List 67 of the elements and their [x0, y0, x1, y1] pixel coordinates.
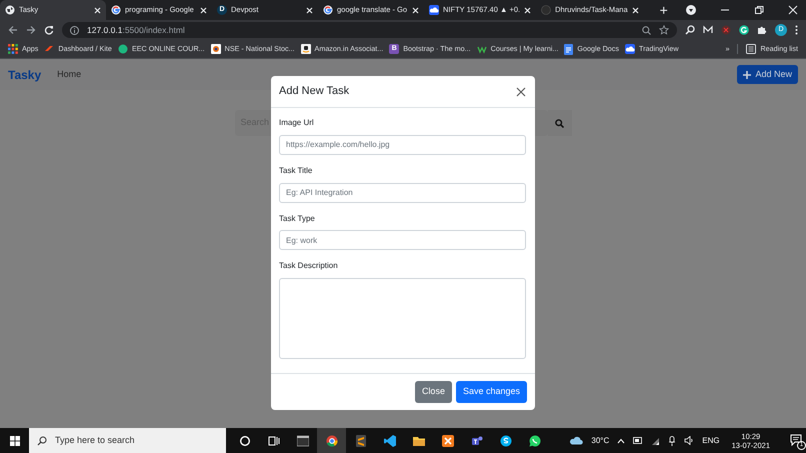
kite-icon — [44, 44, 54, 54]
grammar-icon[interactable] — [739, 25, 749, 35]
search-icon — [555, 118, 564, 128]
info-icon — [70, 26, 79, 34]
windows-logo-icon[interactable] — [10, 436, 20, 446]
field-label: Image Url — [279, 119, 315, 128]
notification-icon[interactable] — [790, 434, 802, 446]
apps-grid-icon — [8, 44, 18, 54]
whatsapp-icon[interactable] — [528, 434, 540, 446]
wifi-icon[interactable] — [651, 436, 660, 444]
language-indicator[interactable]: ENG — [702, 434, 720, 446]
vscode-icon[interactable] — [384, 434, 396, 446]
address-field[interactable]: 127.0.0.1:5500/index.html — [87, 24, 185, 36]
close-button[interactable]: Close — [414, 381, 452, 403]
restore-icon[interactable] — [754, 5, 764, 15]
list-icon — [746, 44, 756, 54]
magnifier-icon[interactable] — [685, 25, 695, 35]
amazon-icon — [300, 44, 311, 54]
microphone-icon[interactable] — [668, 436, 676, 446]
battery-icon[interactable] — [633, 437, 644, 444]
search-icon — [37, 436, 47, 446]
chevron-up-icon[interactable] — [617, 438, 626, 444]
volume-icon[interactable] — [684, 436, 694, 445]
google-icon — [323, 5, 333, 15]
star-icon[interactable] — [659, 25, 669, 35]
extension-icon[interactable] — [721, 25, 731, 35]
kebab-menu-icon[interactable] — [795, 25, 798, 35]
reload-icon[interactable] — [44, 25, 54, 35]
add-new-button[interactable]: Add New — [737, 64, 798, 84]
media-icon[interactable] — [686, 5, 696, 15]
xampp-icon[interactable] — [442, 434, 454, 446]
skype-icon[interactable] — [500, 434, 512, 446]
cloud-icon — [429, 5, 439, 15]
close-icon[interactable] — [516, 86, 526, 96]
cloud-icon[interactable] — [570, 436, 584, 445]
terminal-icon[interactable] — [296, 434, 308, 446]
sublime-icon[interactable] — [354, 434, 366, 446]
teams-icon[interactable] — [470, 434, 482, 446]
field-label: Task Description — [279, 262, 339, 272]
chrome-icon[interactable] — [326, 434, 338, 446]
task-view-icon[interactable] — [268, 434, 280, 446]
input-field[interactable]: https://example.com/hello.jpg — [279, 134, 526, 155]
zoom-icon[interactable] — [642, 26, 651, 34]
modal-title: Add New Task — [279, 84, 350, 100]
folder-icon[interactable] — [412, 434, 424, 446]
field-label: Task Title — [279, 166, 314, 176]
new-tab-button[interactable]: + — [660, 0, 668, 20]
temperature-text[interactable]: 30°C — [591, 434, 610, 446]
google-icon — [111, 5, 121, 15]
cloud-icon — [624, 44, 635, 54]
forward-icon[interactable] — [26, 25, 36, 35]
taskbar-search-field[interactable]: Type here to search — [29, 428, 226, 453]
input-field[interactable]: Eg: work — [279, 230, 526, 250]
field-label: Task Type — [279, 214, 316, 224]
description-field[interactable] — [279, 278, 526, 360]
document-icon — [564, 44, 574, 54]
nav-link[interactable]: Home — [57, 68, 82, 82]
input-field[interactable]: Eg: API Integration — [279, 182, 526, 203]
back-icon[interactable] — [8, 25, 18, 35]
mail-icon[interactable] — [703, 25, 713, 35]
save-button[interactable]: Save changes — [456, 381, 527, 403]
circle-icon — [118, 44, 128, 54]
puzzle-icon[interactable] — [757, 25, 767, 35]
search-button[interactable] — [548, 110, 572, 136]
cortana-icon[interactable] — [238, 434, 250, 446]
sun-icon — [210, 44, 221, 54]
plus-icon — [743, 70, 752, 78]
